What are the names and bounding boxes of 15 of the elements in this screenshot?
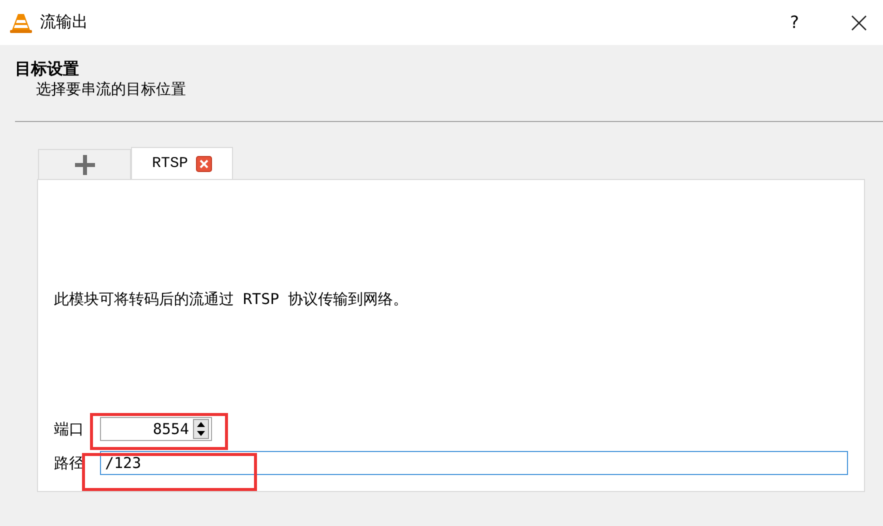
module-description: 此模块可将转码后的流通过 RTSP 协议传输到网络。 — [54, 290, 410, 309]
window-title: 流输出 — [40, 12, 88, 33]
section-title: 目标设置 — [15, 59, 80, 80]
traffic-cone-icon — [10, 12, 32, 34]
close-icon[interactable] — [851, 14, 867, 30]
tab[interactable] — [38, 149, 131, 179]
plus-icon — [74, 154, 94, 174]
tab[interactable]: RTSP — [131, 147, 234, 179]
help-button[interactable]: ? — [790, 12, 799, 32]
section-subtitle: 选择要串流的目标位置 — [35, 80, 187, 99]
spin-arrows-icon[interactable] — [193, 419, 209, 439]
port-label: 端口 — [54, 420, 85, 438]
port-spinbox[interactable]: 8554 — [100, 417, 212, 441]
path-input[interactable]: /123 — [100, 451, 848, 475]
path-label: 路径 — [54, 454, 85, 472]
